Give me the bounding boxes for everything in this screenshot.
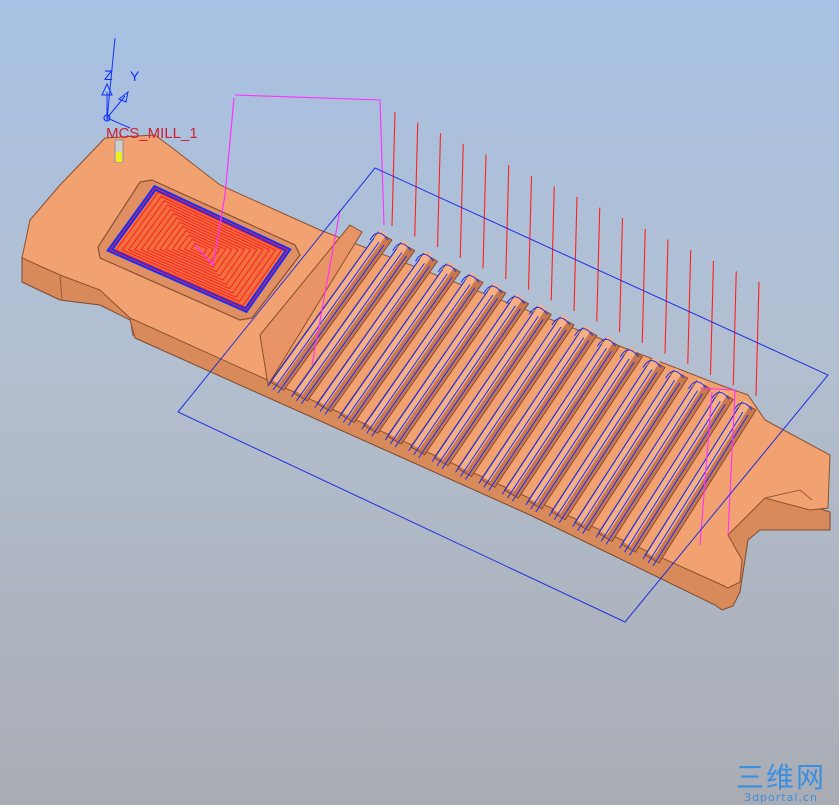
fin-cut-line — [687, 250, 692, 365]
axis-z-label: Z — [104, 67, 113, 83]
fin-cut-line — [482, 154, 487, 269]
watermark-subtitle: 3dportal.cn — [744, 791, 818, 804]
fin-cut-line — [732, 271, 737, 386]
fin-cut-line — [459, 143, 464, 258]
fin-cut-line — [709, 260, 715, 375]
graphics-viewport[interactable]: Z Y MCS_MILL_1 三维网 3dportal.cn — [0, 0, 839, 805]
fin-cut-line — [436, 133, 442, 248]
fin-cut-line — [664, 239, 669, 354]
part-model-view[interactable]: Z Y MCS_MILL_1 — [0, 0, 839, 805]
fin-cut-line — [596, 207, 601, 322]
csys-label: MCS_MILL_1 — [106, 125, 198, 142]
fin-cut-line — [550, 186, 555, 301]
fin-cut-line — [505, 165, 510, 280]
axis-y-label: Y — [130, 68, 140, 84]
fin-cut-line — [755, 281, 760, 397]
fin-cut-line — [391, 111, 396, 227]
fin-cut-line — [573, 196, 578, 312]
fin-cut-line — [414, 122, 419, 237]
fin-cut-line — [618, 218, 624, 333]
watermark-title: 三维网 — [735, 761, 826, 794]
fin-cut-line — [641, 228, 646, 343]
fin-cut-line — [527, 175, 533, 290]
watermark: 三维网 3dportal.cn — [731, 761, 831, 804]
